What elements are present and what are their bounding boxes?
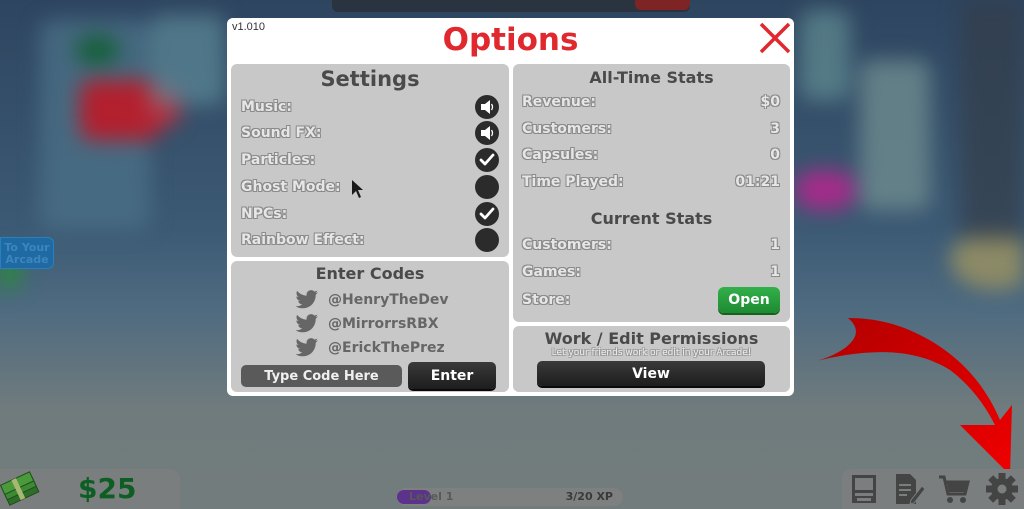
level-label: Level 1: [409, 490, 454, 503]
store-label: Store:: [522, 292, 571, 308]
setting-label: Particles:: [241, 152, 316, 168]
enter-codes-title: Enter Codes: [315, 264, 425, 283]
xp-count: 3/20 XP: [565, 490, 613, 503]
stat-value: 1: [770, 237, 780, 253]
stat-label: Customers:: [522, 121, 612, 137]
options-dialog: v1.010 Options Settings Music: Sound FX:…: [227, 18, 794, 396]
twitter-handle-row: @MirrorrsRBX: [295, 313, 439, 335]
shopping-cart-icon[interactable]: [937, 472, 971, 506]
view-permissions-button[interactable]: View: [537, 361, 765, 386]
edit-document-icon[interactable]: [891, 472, 925, 506]
stat-label: Games:: [522, 264, 581, 280]
settings-title: Settings: [320, 67, 420, 91]
check-icon: [479, 153, 495, 166]
gear-icon[interactable]: [985, 472, 1019, 506]
red-arrow-indicator: [812, 318, 1012, 470]
permissions-title: Work / Edit Permissions: [544, 329, 759, 348]
mouse-cursor-icon: [352, 180, 363, 198]
stats-panel: All-Time Stats Revenue: $0 Customers: 3 …: [513, 64, 790, 322]
stat-row: Games: 1: [522, 261, 780, 283]
top-bar-red-button[interactable]: [635, 0, 690, 10]
check-icon: [479, 207, 495, 220]
setting-sound-fx: Sound FX:: [241, 121, 499, 145]
twitter-bird-icon: [295, 290, 318, 309]
stat-row: Customers: 1: [522, 234, 780, 256]
stat-value: $0: [760, 94, 780, 110]
close-button[interactable]: [758, 21, 792, 55]
npcs-checkbox[interactable]: [475, 202, 499, 226]
twitter-handle: @MirrorrsRBX: [328, 316, 439, 332]
settings-panel: Settings Music: Sound FX: Particles: Gho…: [231, 64, 509, 257]
music-toggle[interactable]: [475, 95, 499, 119]
store-open-button[interactable]: Open: [718, 287, 780, 313]
permissions-subtitle: Let your friends work or edit in your Ar…: [551, 348, 752, 358]
setting-label: NPCs:: [241, 206, 288, 222]
setting-ghost-mode: Ghost Mode:: [241, 175, 499, 199]
stat-value: 0: [770, 147, 780, 163]
stat-value: 01:21: [735, 174, 780, 190]
stat-row: Capsules: 0: [522, 144, 780, 166]
cash-stack-icon: [0, 471, 40, 506]
enter-codes-panel: Enter Codes @HenryTheDev @MirrorrsRBX @E…: [231, 261, 509, 392]
setting-npcs: NPCs:: [241, 202, 499, 226]
close-x-icon: [759, 22, 791, 54]
twitter-bird-icon: [295, 314, 318, 333]
setting-label: Music:: [241, 99, 292, 115]
setting-label: Rainbow Effect:: [241, 232, 365, 248]
money-amount: $25: [78, 472, 137, 505]
stat-label: Customers:: [522, 237, 612, 253]
speaker-icon: [481, 126, 494, 140]
permissions-panel: Work / Edit Permissions Let your friends…: [513, 326, 790, 392]
current-stats-title: Current Stats: [590, 209, 713, 228]
twitter-handle-row: @ErickThePrez: [295, 337, 445, 359]
stat-label: Capsules:: [522, 147, 599, 163]
twitter-handle: @HenryTheDev: [328, 292, 449, 308]
arcade-machine-icon[interactable]: [847, 472, 881, 506]
top-notification-bar: [332, 0, 690, 12]
setting-label: Ghost Mode:: [241, 179, 341, 195]
stat-label: Revenue:: [522, 94, 596, 110]
twitter-handle: @ErickThePrez: [328, 340, 445, 356]
speaker-icon: [481, 100, 494, 114]
stat-label: Time Played:: [522, 174, 624, 190]
stat-row: Time Played: 01:21: [522, 171, 780, 193]
stat-value: 3: [770, 121, 780, 137]
store-row: Store: Open: [522, 286, 780, 314]
sound-fx-toggle[interactable]: [475, 121, 499, 145]
dialog-title: Options: [442, 22, 579, 58]
to-your-arcade-button[interactable]: To Your Arcade: [0, 237, 54, 269]
twitter-handle-row: @HenryTheDev: [295, 289, 448, 311]
enter-code-button[interactable]: Enter: [408, 362, 496, 389]
all-time-stats-title: All-Time Stats: [589, 68, 714, 87]
stat-row: Customers: 3: [522, 118, 780, 140]
setting-particles: Particles:: [241, 148, 499, 172]
code-input[interactable]: [241, 365, 402, 387]
particles-checkbox[interactable]: [475, 148, 499, 172]
ghost-mode-checkbox[interactable]: [475, 175, 499, 199]
xp-progress-bar: Level 1 3/20 XP: [397, 488, 623, 506]
twitter-bird-icon: [295, 338, 318, 357]
stat-row: Revenue: $0: [522, 91, 780, 113]
setting-rainbow-effect: Rainbow Effect:: [241, 228, 499, 252]
rainbow-effect-checkbox[interactable]: [475, 228, 499, 252]
setting-music: Music:: [241, 95, 499, 119]
arcade-button-line2: Arcade: [5, 253, 49, 266]
stat-value: 1: [770, 264, 780, 280]
setting-label: Sound FX:: [241, 125, 322, 141]
